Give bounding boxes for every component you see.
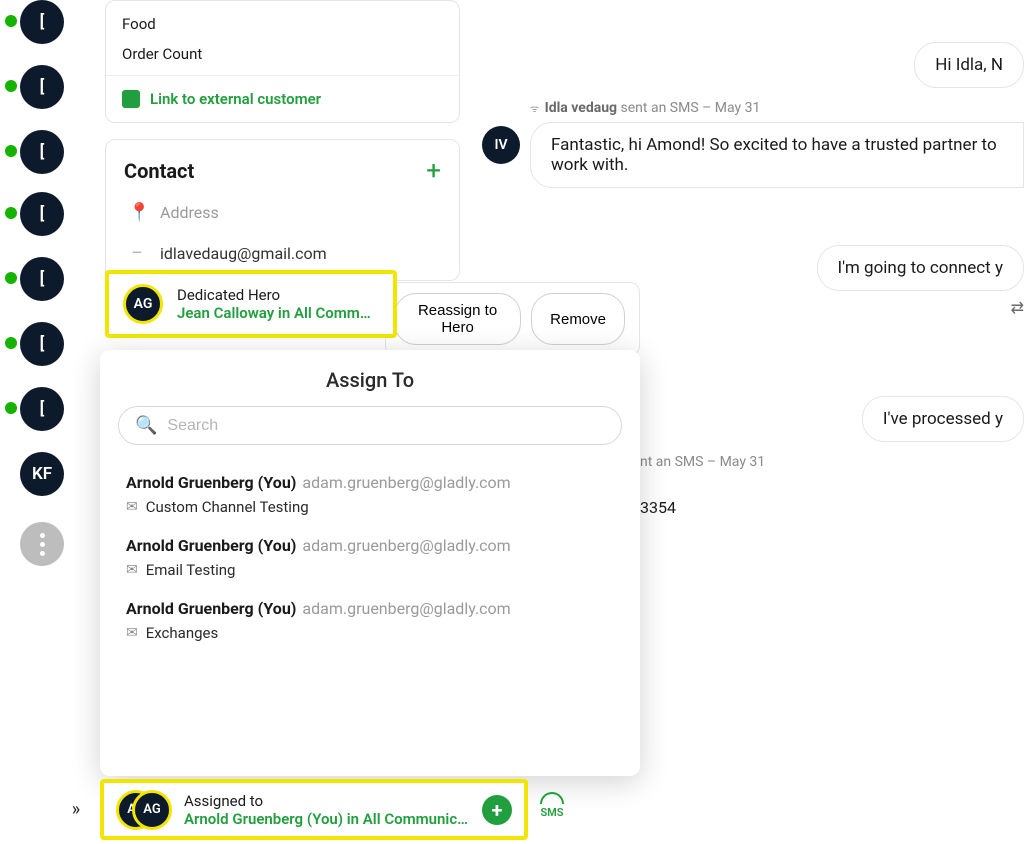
assign-to-panel: Assign To 🔍 Arnold Gruenberg (You) adam.g… bbox=[100, 350, 640, 776]
assigned-avatars: AG AG bbox=[116, 790, 172, 830]
assign-item-email: adam.gruenberg@gladly.com bbox=[302, 599, 510, 618]
contact-header: Contact bbox=[124, 159, 194, 183]
assign-search-input[interactable] bbox=[167, 417, 605, 435]
rail-avatar[interactable]: [ bbox=[20, 65, 64, 109]
dedicated-hero-title: Dedicated Hero bbox=[177, 286, 377, 304]
pin-icon: 📍 bbox=[128, 202, 146, 223]
outgoing-message[interactable]: Hi Idla, N bbox=[914, 42, 1024, 88]
assigned-add-button[interactable]: + bbox=[482, 795, 512, 825]
exchange-icon[interactable]: ⇄ bbox=[1011, 298, 1024, 317]
outgoing-message[interactable]: I'm going to connect y bbox=[817, 245, 1024, 291]
assigned-subtitle: Arnold Gruenberg (You) in All Communica… bbox=[184, 810, 470, 828]
rail-avatar[interactable]: KF bbox=[20, 452, 64, 496]
rail-avatar[interactable]: [ bbox=[20, 387, 64, 431]
meta-sender: Idla vedaug bbox=[545, 100, 617, 116]
left-rail: » [[[[[[[KF bbox=[0, 0, 85, 844]
reassign-button[interactable]: Reassign to Hero bbox=[394, 293, 521, 345]
assigned-title: Assigned to bbox=[184, 792, 470, 810]
presence-dot-icon bbox=[5, 207, 17, 219]
link-external-customer[interactable]: Link to external customer bbox=[106, 75, 459, 122]
dedicated-hero-card[interactable]: AG Dedicated Hero Jean Calloway in All C… bbox=[105, 270, 397, 338]
assigned-footer[interactable]: AG AG Assigned to Arnold Gruenberg (You)… bbox=[100, 779, 528, 840]
email-icon: – bbox=[128, 243, 146, 264]
presence-dot-icon bbox=[5, 337, 17, 349]
assign-item-email: adam.gruenberg@gladly.com bbox=[302, 536, 510, 555]
contact-address-label: Address bbox=[160, 203, 219, 222]
inbox-icon: ✉ bbox=[126, 562, 138, 578]
contact-address-row[interactable]: 📍 Address bbox=[106, 192, 459, 233]
presence-dot-icon bbox=[5, 80, 17, 92]
assign-list-item[interactable]: Arnold Gruenberg (You) adam.gruenberg@gla… bbox=[118, 589, 622, 652]
presence-dot-icon bbox=[5, 145, 17, 157]
sms-channel-icon[interactable]: SMS bbox=[540, 792, 564, 819]
assign-item-name: Arnold Gruenberg (You) bbox=[126, 536, 296, 555]
presence-dot-icon bbox=[5, 272, 17, 284]
message-meta: ᯤ Idla vedaug sent an SMS – May 31 bbox=[530, 100, 760, 116]
rail-avatar[interactable]: [ bbox=[20, 130, 64, 174]
assign-item-inbox: Custom Channel Testing bbox=[146, 498, 309, 516]
add-contact-button[interactable]: + bbox=[426, 158, 441, 184]
remove-button[interactable]: Remove bbox=[531, 293, 625, 345]
incoming-message[interactable]: Fantastic, hi Amond! So excited to have … bbox=[530, 122, 1024, 188]
attr-order-count: Order Count bbox=[122, 39, 443, 69]
message-fragment: 3354 bbox=[640, 498, 676, 517]
sender-avatar: IV bbox=[482, 126, 520, 164]
presence-dot-icon bbox=[5, 402, 17, 414]
dedicated-hero-subtitle: Jean Calloway in All Commu… bbox=[177, 304, 377, 322]
presence-dot-icon bbox=[5, 15, 17, 27]
rail-more-button[interactable] bbox=[20, 522, 64, 566]
contact-email: idlavedaug@gmail.com bbox=[160, 244, 327, 263]
search-icon: 🔍 bbox=[135, 415, 157, 436]
assign-list-item[interactable]: Arnold Gruenberg (You) adam.gruenberg@gla… bbox=[118, 526, 622, 589]
rail-avatar[interactable]: [ bbox=[20, 322, 64, 366]
assign-item-name: Arnold Gruenberg (You) bbox=[126, 599, 296, 618]
more-icon bbox=[40, 533, 45, 556]
rail-avatar[interactable]: [ bbox=[20, 257, 64, 301]
assign-to-title: Assign To bbox=[118, 368, 622, 392]
hero-actions: Reassign to Hero Remove bbox=[385, 282, 640, 356]
assign-item-email: adam.gruenberg@gladly.com bbox=[302, 473, 510, 492]
inbox-icon: ✉ bbox=[126, 625, 138, 641]
message-meta: nt an SMS – May 31 bbox=[640, 454, 765, 470]
external-link-icon bbox=[122, 90, 140, 108]
link-external-label: Link to external customer bbox=[150, 90, 321, 108]
contact-card: Contact + 📍 Address – idlavedaug@gmail.c… bbox=[105, 139, 460, 281]
assign-item-inbox: Email Testing bbox=[146, 561, 236, 579]
attributes-card: Food Order Count Link to external custom… bbox=[105, 0, 460, 123]
rail-avatar[interactable]: [ bbox=[20, 192, 64, 236]
inbox-icon: ✉ bbox=[126, 499, 138, 515]
meta-rest: sent an SMS – May 31 bbox=[617, 100, 760, 116]
sms-badge-icon: ᯤ bbox=[530, 101, 539, 115]
assign-item-inbox: Exchanges bbox=[146, 624, 219, 642]
rail-avatar[interactable]: [ bbox=[20, 0, 64, 44]
assigned-avatar-2: AG bbox=[132, 790, 172, 830]
rail-expand-button[interactable]: » bbox=[60, 794, 90, 824]
assign-item-name: Arnold Gruenberg (You) bbox=[126, 473, 296, 492]
hero-avatar: AG bbox=[123, 284, 163, 324]
assign-search[interactable]: 🔍 bbox=[118, 406, 622, 445]
assign-list-item[interactable]: Arnold Gruenberg (You) adam.gruenberg@gla… bbox=[118, 463, 622, 526]
outgoing-message[interactable]: I've processed y bbox=[862, 396, 1024, 442]
attr-food: Food bbox=[122, 9, 443, 39]
contact-email-row[interactable]: – idlavedaug@gmail.com bbox=[106, 233, 459, 274]
sms-label: SMS bbox=[540, 806, 563, 819]
